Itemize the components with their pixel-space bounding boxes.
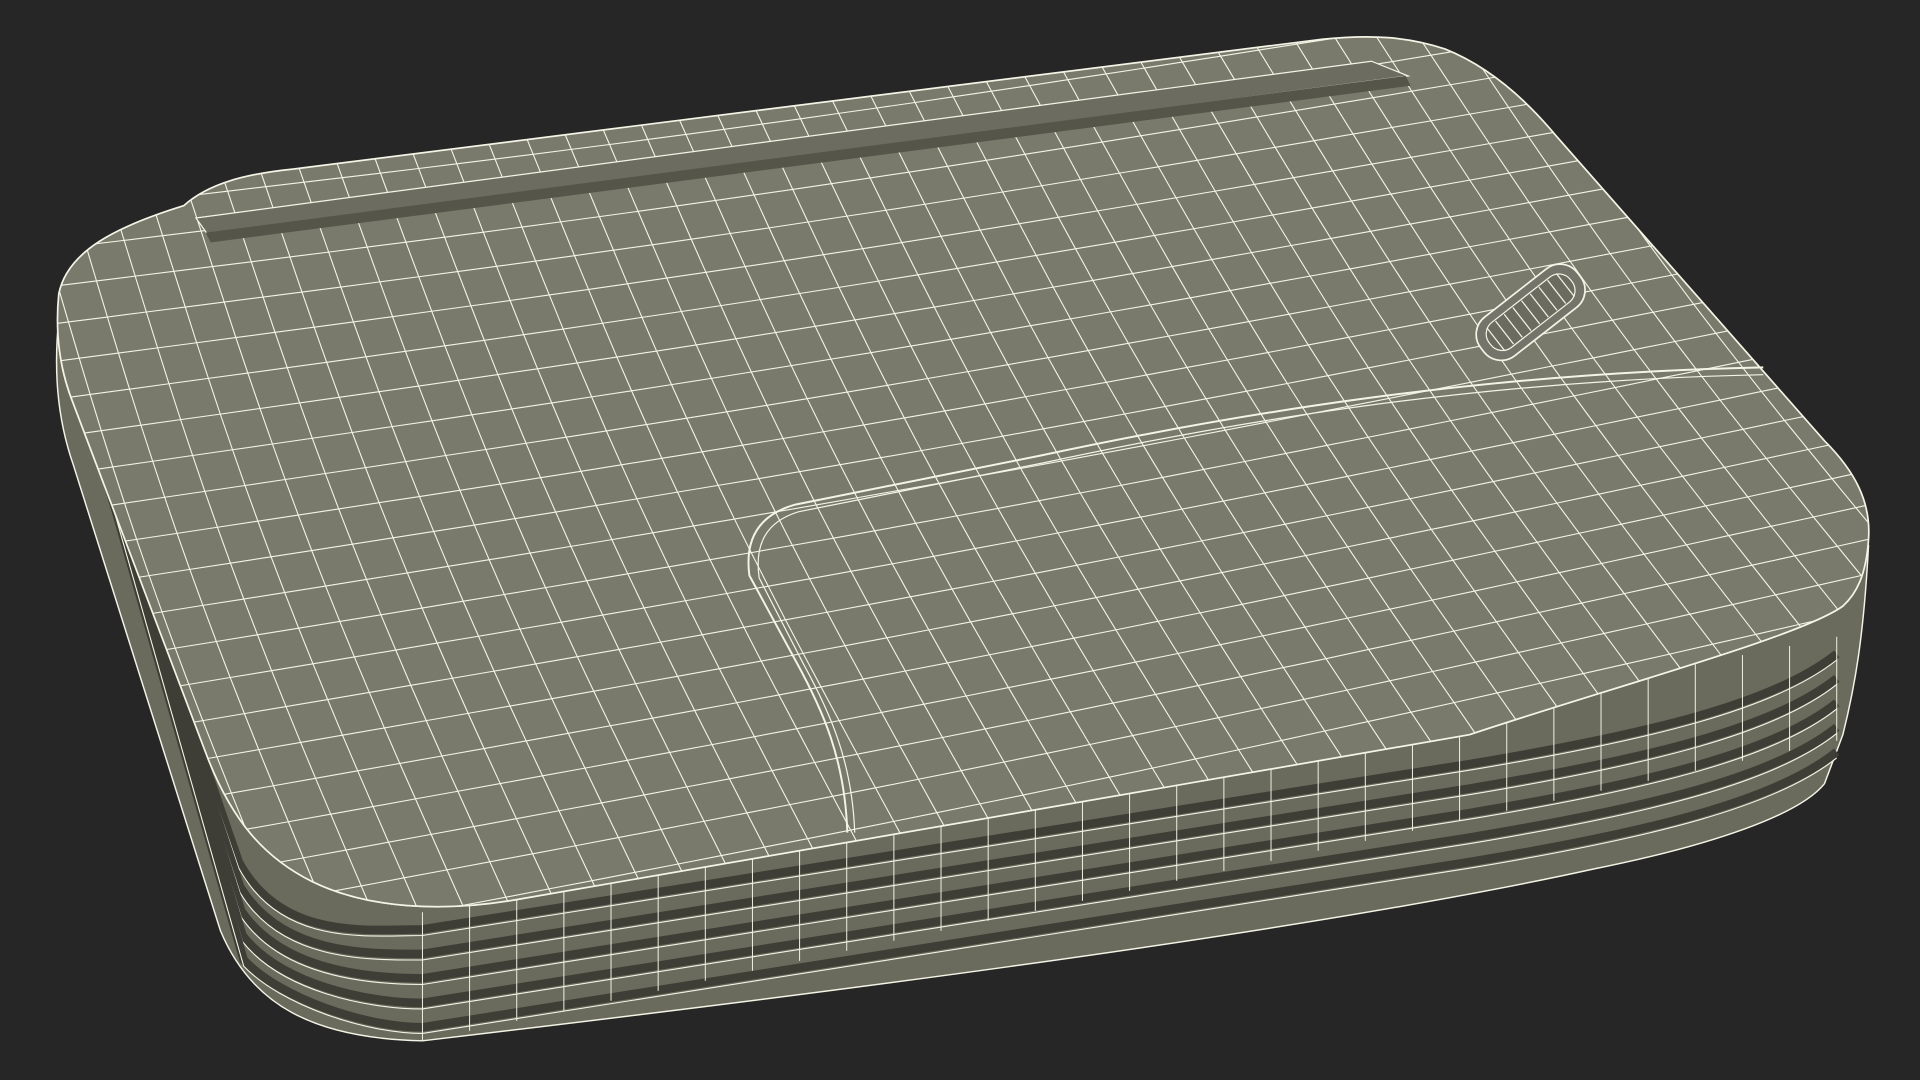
render-viewport xyxy=(0,0,1920,1080)
router-wireframe-model xyxy=(55,35,1870,1042)
